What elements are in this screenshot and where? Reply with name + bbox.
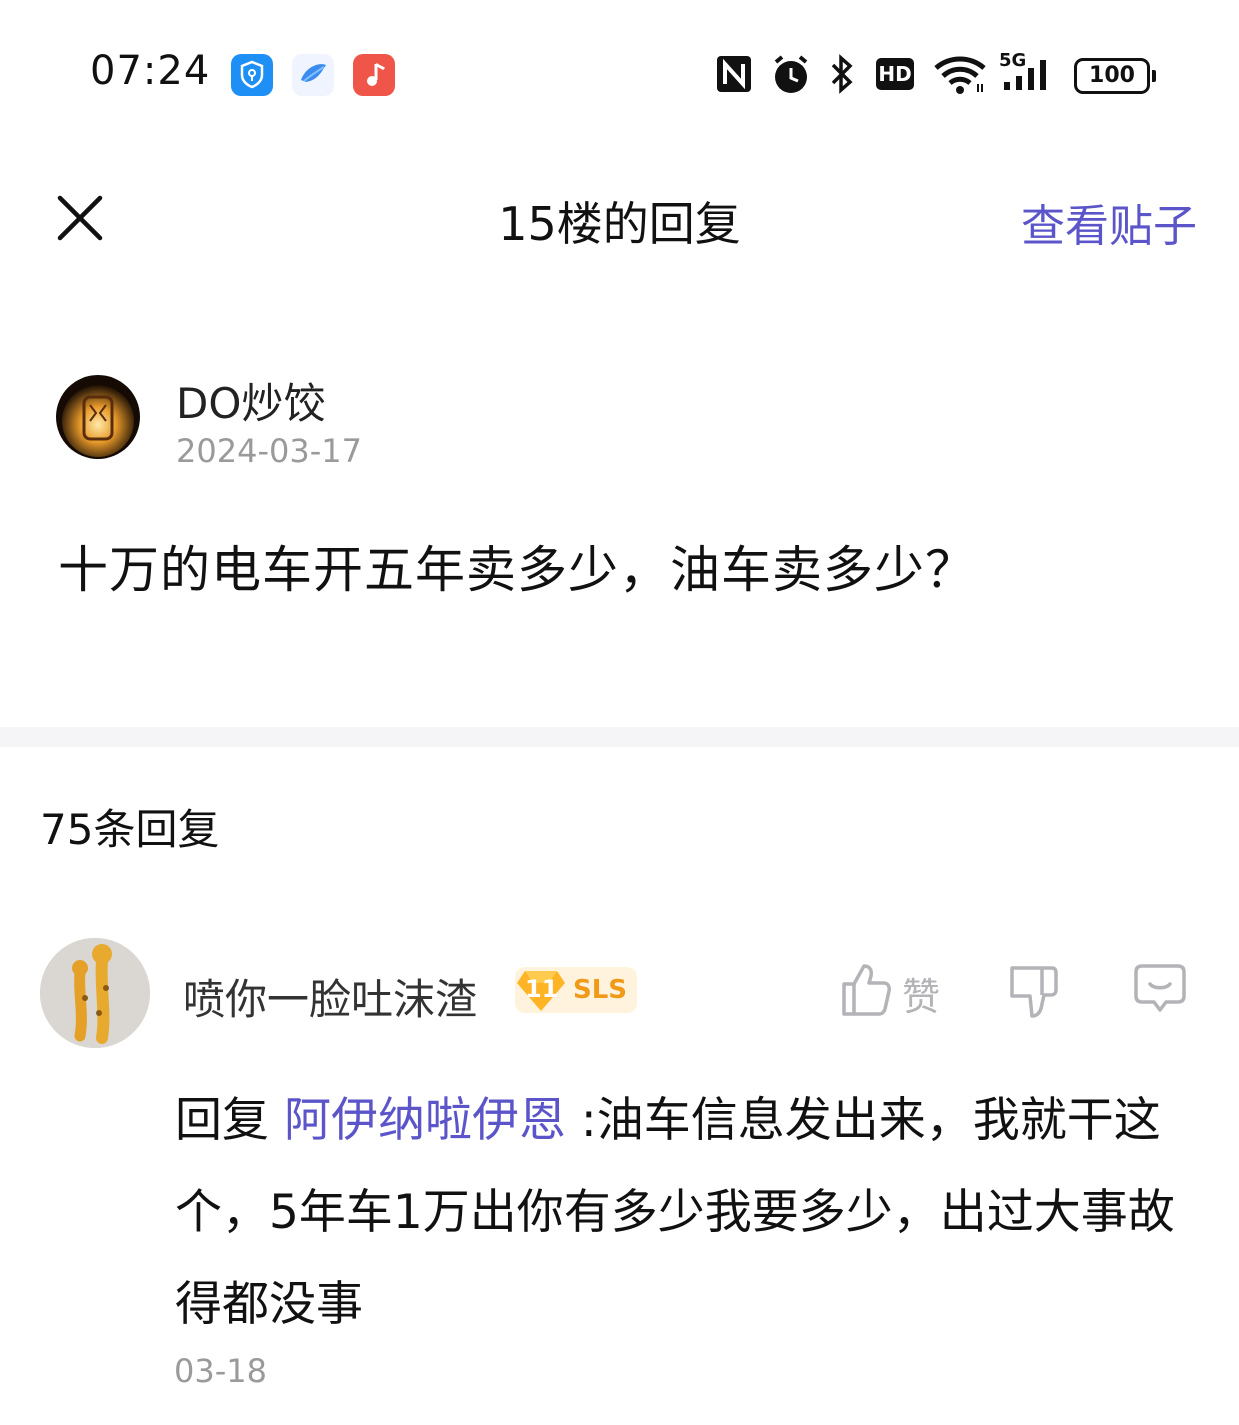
level-tag: SLS [573, 975, 628, 1005]
comment-icon [1134, 964, 1186, 1012]
post-date: 2024-03-17 [176, 432, 362, 470]
alarm-icon [774, 55, 808, 93]
like-label: 赞 [902, 975, 941, 1019]
hd-icon: HD [876, 58, 914, 90]
signal-icon [1004, 60, 1046, 90]
reply-username[interactable]: 喷你一脸吐沫渣 [183, 966, 477, 1027]
reply-date: 03-18 [174, 1352, 267, 1390]
author-name[interactable]: DO炒饺 [176, 370, 325, 431]
level-number: 11 [525, 975, 559, 1003]
thumbs-up-icon [842, 964, 891, 1016]
like-button[interactable]: 赞 [840, 960, 940, 1020]
status-bar: 07:24 HD 5G 100 [0, 0, 1239, 150]
view-post-link[interactable]: 查看贴子 [1021, 190, 1197, 254]
reply-content: 回复 阿伊纳啦伊恩 :油车信息发出来，我就干这个，5年车1万出你有多少我要多少，… [175, 1075, 1215, 1351]
reply-avatar[interactable] [40, 938, 150, 1048]
dislike-button[interactable] [1006, 962, 1062, 1022]
section-divider [0, 727, 1239, 747]
shield-app-icon [231, 54, 273, 96]
mention-link[interactable]: 阿伊纳啦伊恩 [284, 1093, 566, 1148]
bluetooth-icon [831, 54, 853, 94]
music-app-icon [353, 54, 395, 96]
comment-button[interactable] [1132, 962, 1188, 1016]
thumbs-down-icon [1010, 966, 1058, 1018]
bird-app-icon [292, 54, 334, 96]
status-time: 07:24 [90, 48, 211, 94]
battery-icon: 100 [1074, 58, 1156, 94]
post-content: 十万的电车开五年卖多少，油车卖多少？ [58, 541, 976, 599]
level-badge: 11 SLS [515, 967, 637, 1013]
nfc-icon [717, 56, 751, 92]
author-avatar[interactable] [56, 375, 140, 459]
wifi-icon [934, 56, 986, 94]
reply-count: 75条回复 [40, 805, 220, 854]
reply-prefix: 回复 [175, 1093, 269, 1148]
